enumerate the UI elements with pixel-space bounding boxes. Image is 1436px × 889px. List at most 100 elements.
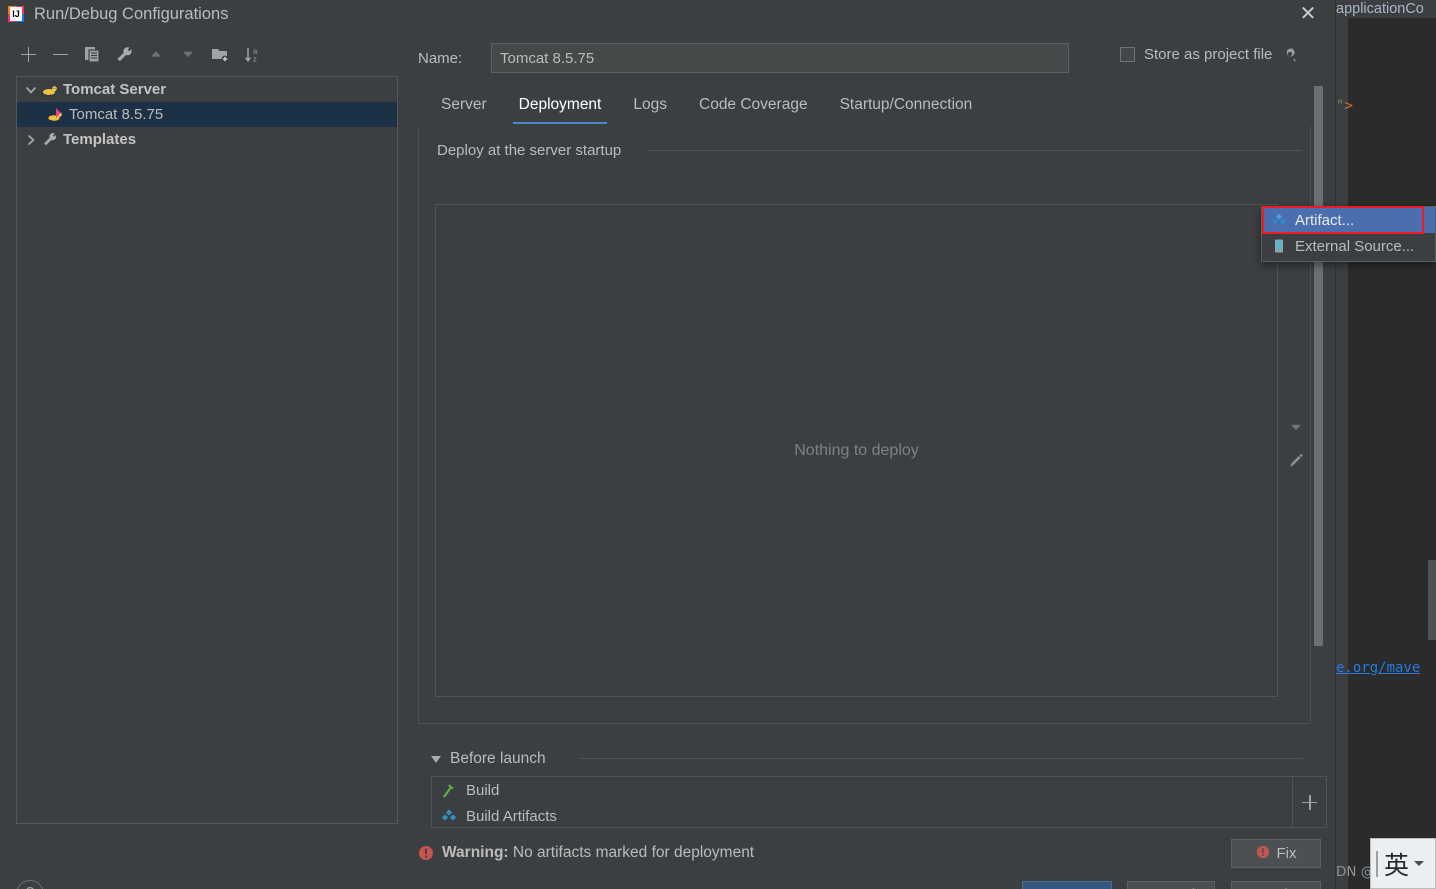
editor-right-strip — [1428, 560, 1436, 640]
configuration-editor-pane: Name: Store as project file Server Deplo… — [413, 28, 1336, 889]
menu-item-label: External Source... — [1295, 237, 1415, 255]
before-launch-separator — [580, 758, 1303, 759]
warning-message: No artifacts marked for deployment — [512, 844, 755, 861]
menu-item-artifact[interactable]: Artifact... — [1262, 207, 1435, 233]
new-folder-button[interactable] — [208, 42, 232, 66]
sort-alpha-icon: a z — [244, 46, 258, 63]
plus-icon — [20, 46, 36, 62]
editor-area[interactable] — [1348, 18, 1436, 889]
ime-separator — [1376, 850, 1378, 877]
configurations-toolbar: a z — [0, 36, 413, 72]
tab-startup-connection[interactable]: Startup/Connection — [824, 90, 989, 124]
dialog-vertical-scrollbar[interactable] — [1314, 86, 1323, 646]
menu-item-external-source[interactable]: External Source... — [1262, 233, 1435, 259]
help-button[interactable]: ? — [16, 880, 44, 889]
editor-code-fragment: "> — [1336, 98, 1353, 114]
apply-button[interactable]: Apply — [1231, 881, 1321, 889]
artifact-diamond-icon — [440, 808, 460, 824]
cancel-button[interactable]: Cancel — [1127, 881, 1215, 889]
pencil-icon — [1289, 453, 1303, 467]
tree-item-label: Tomcat Server — [63, 81, 167, 98]
configurations-pane: a z Tomcat Server Tomcat 8.5.75 Template… — [0, 28, 413, 889]
tree-item-templates[interactable]: Templates — [17, 127, 397, 152]
dialog-button-bar: OK Cancel Apply — [413, 873, 1336, 889]
configuration-name-input[interactable] — [491, 43, 1069, 73]
ok-button[interactable]: OK — [1022, 881, 1112, 889]
warning-bar: Warning: No artifacts marked for deploym… — [413, 833, 1336, 873]
tab-server[interactable]: Server — [425, 90, 503, 124]
copy-configuration-button[interactable] — [80, 42, 104, 66]
editor-tab-label[interactable]: applicationCo — [1336, 0, 1436, 18]
move-down-button[interactable] — [176, 42, 200, 66]
deploy-empty-text: Nothing to deploy — [794, 441, 919, 459]
gear-icon[interactable] — [1282, 47, 1298, 63]
error-circle-icon — [418, 845, 434, 861]
fix-button[interactable]: Fix — [1231, 839, 1321, 868]
tree-item-label: Templates — [63, 131, 137, 148]
deployment-panel: Deploy at the server startup Nothing to … — [418, 126, 1311, 724]
before-launch-task-label: Build Artifacts — [466, 807, 557, 825]
edit-artifact-button[interactable] — [1281, 444, 1311, 478]
arrow-down-icon — [183, 51, 193, 58]
before-launch-task-row[interactable]: Build Artifacts — [432, 803, 1292, 827]
chevron-right-icon[interactable] — [23, 132, 39, 148]
external-source-icon — [1270, 238, 1288, 254]
close-icon[interactable]: ✕ — [1296, 2, 1320, 26]
minus-icon — [52, 47, 68, 62]
tree-item-tomcat-server[interactable]: Tomcat Server — [17, 77, 397, 102]
chevron-down-icon[interactable] — [1414, 861, 1425, 866]
add-configuration-button[interactable] — [16, 42, 40, 66]
deploy-group-label: Deploy at the server startup — [437, 142, 630, 159]
run-debug-configurations-dialog: IJ Run/Debug Configurations ✕ a z Tomcat… — [0, 0, 1336, 889]
before-launch-title: Before launch — [450, 750, 546, 767]
deploy-artifacts-list[interactable]: Nothing to deploy — [435, 204, 1278, 697]
plus-icon — [1302, 794, 1317, 810]
tab-code-coverage[interactable]: Code Coverage — [683, 90, 824, 124]
tomcat-icon — [41, 82, 59, 98]
ime-indicator[interactable]: 英 — [1370, 838, 1436, 889]
store-as-project-file-label: Store as project file — [1144, 46, 1273, 63]
error-circle-icon — [1256, 845, 1270, 863]
before-launch-task-row[interactable]: Build — [432, 777, 1292, 803]
before-launch-task-label: Build — [466, 781, 500, 799]
triangle-down-icon[interactable] — [431, 755, 441, 763]
wrench-icon — [41, 132, 59, 148]
tab-deployment[interactable]: Deployment — [503, 90, 618, 124]
edit-templates-button[interactable] — [112, 42, 136, 66]
move-down-button[interactable] — [1281, 410, 1311, 444]
wrench-icon — [117, 46, 132, 61]
ime-mode-label: 英 — [1384, 850, 1410, 880]
dialog-title: Run/Debug Configurations — [34, 4, 229, 23]
tree-item-tomcat-8-5-75[interactable]: Tomcat 8.5.75 — [17, 102, 397, 127]
artifact-diamond-icon — [1270, 212, 1288, 228]
before-launch-task-list[interactable]: Build Build Artifacts — [431, 776, 1293, 828]
store-as-project-file-row[interactable]: Store as project file — [1120, 46, 1298, 63]
move-up-button[interactable] — [144, 42, 168, 66]
copy-icon — [84, 46, 100, 63]
remove-configuration-button[interactable] — [48, 42, 72, 66]
intellij-idea-icon: IJ — [8, 6, 24, 22]
configuration-tabs[interactable]: Server Deployment Logs Code Coverage Sta… — [425, 90, 1323, 124]
configurations-tree[interactable]: Tomcat Server Tomcat 8.5.75 Templates — [16, 76, 398, 824]
before-launch-header[interactable]: Before launch — [431, 750, 546, 768]
add-before-launch-task-button[interactable] — [1293, 776, 1327, 828]
menu-item-label: Artifact... — [1295, 211, 1355, 229]
editor-code-link[interactable]: e.org/mave — [1336, 660, 1420, 676]
build-hammer-icon — [440, 782, 460, 798]
store-as-project-file-checkbox[interactable] — [1120, 47, 1135, 62]
group-separator — [647, 150, 1302, 151]
warning-prefix: Warning: — [442, 844, 509, 861]
code-arrow: > — [1344, 98, 1353, 114]
tree-item-label: Tomcat 8.5.75 — [69, 106, 164, 123]
folder-add-icon — [212, 48, 229, 62]
svg-text:z: z — [253, 54, 257, 62]
dialog-titlebar: IJ Run/Debug Configurations ✕ — [0, 0, 1336, 28]
before-launch-section: Before launch Build Build Artifacts — [418, 732, 1327, 828]
add-deployment-source-menu[interactable]: Artifact... External Source... — [1261, 206, 1436, 262]
sort-button[interactable]: a z — [240, 42, 264, 66]
name-label: Name: — [418, 49, 463, 67]
chevron-down-icon[interactable] — [23, 82, 39, 98]
tab-logs[interactable]: Logs — [617, 90, 683, 124]
arrow-up-icon — [151, 51, 161, 57]
fix-button-label: Fix — [1276, 845, 1297, 862]
